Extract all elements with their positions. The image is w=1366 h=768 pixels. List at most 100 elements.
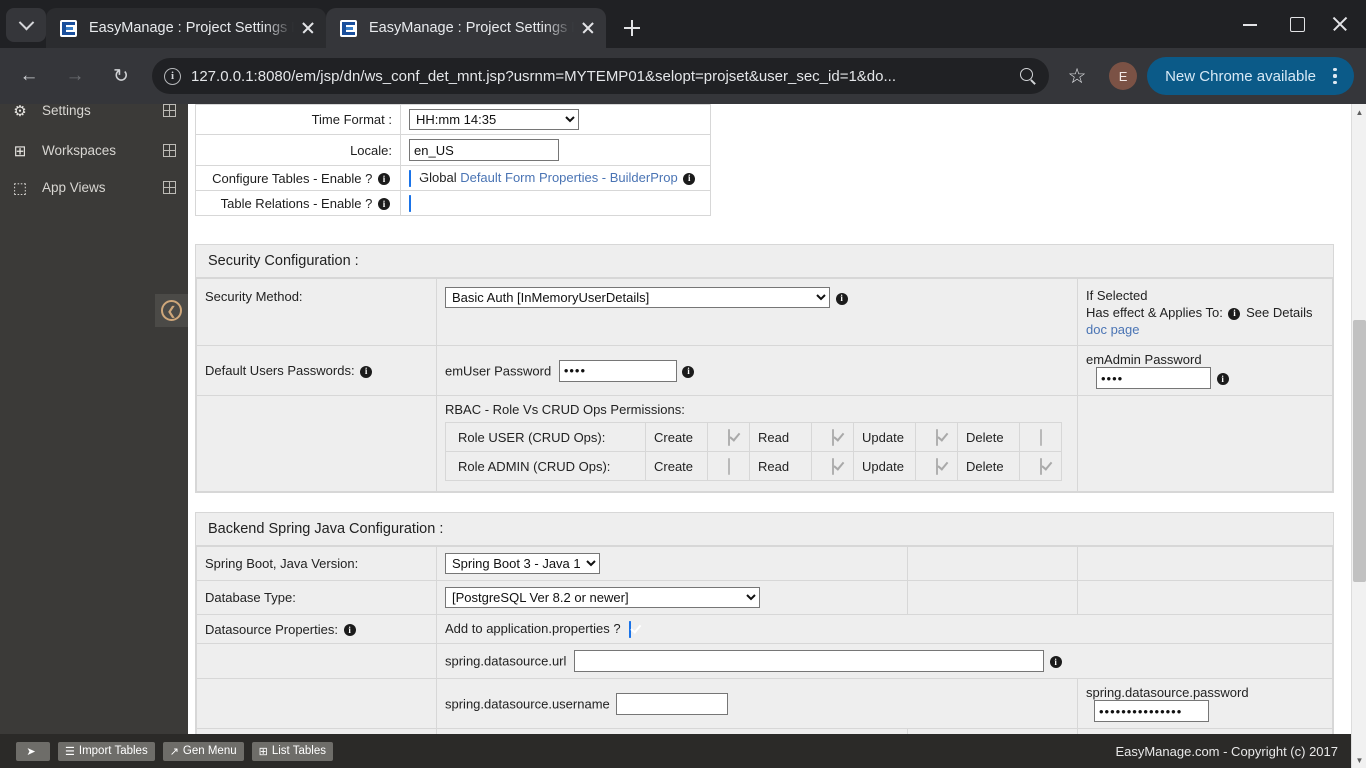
- chrome-menu-icon[interactable]: [1322, 63, 1348, 89]
- list-tables-button[interactable]: ⊞ List Tables: [251, 741, 333, 761]
- rbac-op-label: Create: [645, 451, 708, 482]
- if-selected-label: If Selected: [1086, 288, 1148, 304]
- import-tables-label: Import Tables: [78, 745, 148, 757]
- sidebar-item-app-views[interactable]: ⬚ App Views: [0, 172, 188, 203]
- rbac-empty-cell: [196, 395, 437, 493]
- dbtype-label: Database Type:: [196, 580, 437, 616]
- springboot-version-select[interactable]: Spring Boot 3 - Java 17: [445, 553, 600, 575]
- sidebar-collapse-button[interactable]: ❮: [155, 294, 188, 327]
- scrollbar-thumb[interactable]: [1353, 320, 1366, 582]
- default-passwords-label: Default Users Passwords:: [205, 363, 355, 379]
- time-format-select[interactable]: HH:mm 14:35: [409, 109, 579, 130]
- info-icon[interactable]: i: [343, 624, 356, 637]
- table-relations-checkbox[interactable]: [409, 195, 411, 213]
- sidebar-item-label: App Views: [42, 180, 106, 195]
- window-close-button[interactable]: [1320, 0, 1366, 48]
- forward-button[interactable]: →: [58, 59, 92, 93]
- configure-tables-checkbox[interactable]: [409, 170, 411, 188]
- info-icon[interactable]: i: [378, 173, 390, 186]
- database-icon: ☰: [65, 745, 75, 758]
- rbac-admin-update-checkbox[interactable]: [935, 458, 938, 476]
- profile-avatar[interactable]: E: [1109, 62, 1138, 90]
- rbac-op-label: Read: [749, 451, 812, 482]
- info-icon[interactable]: i: [378, 198, 390, 211]
- table-row-datasource-properties: Datasource Properties: i Add to applicat…: [196, 614, 1333, 645]
- security-method-select[interactable]: Basic Auth [InMemoryUserDetails]: [445, 287, 830, 309]
- send-button[interactable]: ➤: [16, 741, 50, 761]
- minimize-button[interactable]: [1228, 0, 1274, 48]
- rbac-admin-create-checkbox[interactable]: [727, 458, 730, 476]
- rbac-user-update-checkbox[interactable]: [935, 429, 938, 447]
- maximize-button[interactable]: [1274, 0, 1320, 48]
- browser-tab-2[interactable]: EasyManage : Project Settings M: [326, 8, 606, 48]
- springboot-right-empty-cell: [1077, 546, 1333, 582]
- rbac-user-create-checkbox[interactable]: [727, 429, 730, 447]
- rbac-admin-delete-checkbox[interactable]: [1039, 458, 1042, 476]
- default-passwords-label-cell: Default Users Passwords: i: [196, 345, 437, 397]
- tab-close-icon[interactable]: [296, 16, 320, 40]
- new-chrome-available-button[interactable]: New Chrome available: [1147, 57, 1354, 95]
- reload-button[interactable]: ↻: [104, 59, 138, 93]
- page-scrollbar[interactable]: ▲ ▼: [1351, 104, 1366, 768]
- scrollbar-down-arrow-icon[interactable]: ▼: [1352, 752, 1366, 768]
- gen-menu-button[interactable]: ↗ Gen Menu: [162, 741, 244, 761]
- info-icon[interactable]: i: [682, 365, 695, 378]
- info-icon[interactable]: i: [1228, 307, 1241, 320]
- rbac-op-label: Create: [645, 422, 708, 453]
- table-relations-label-cell: Table Relations - Enable ? i: [195, 190, 401, 217]
- info-icon[interactable]: i: [360, 365, 373, 378]
- table-row: Role ADMIN (CRUD Ops): Create Read Updat…: [445, 451, 1062, 482]
- see-details-label: See Details: [1246, 305, 1313, 321]
- datasource-username-cell: spring.datasource.username: [436, 678, 1078, 730]
- browser-chrome: EasyManage : Project Settings M EasyMana…: [0, 0, 1366, 104]
- datasource-username-input[interactable]: [616, 692, 729, 715]
- table-relations-cell: [400, 190, 711, 217]
- back-button[interactable]: ←: [12, 59, 46, 93]
- table-row-database-type: Database Type: [PostgreSQL Ver 8.2 or ne…: [196, 580, 1333, 616]
- add-to-properties-checkbox[interactable]: [628, 621, 631, 639]
- locale-label: Locale:: [195, 134, 401, 166]
- rbac-role-label: Role USER (CRUD Ops):: [445, 422, 646, 453]
- emuser-password-input[interactable]: [558, 359, 677, 382]
- plus-box-icon: ⊞: [13, 142, 27, 160]
- info-icon[interactable]: i: [683, 172, 696, 185]
- tab-search-button[interactable]: [6, 8, 46, 42]
- sidebar-item-label: Workspaces: [42, 143, 117, 158]
- rbac-admin-read-checkbox[interactable]: [831, 458, 834, 476]
- info-icon[interactable]: i: [1049, 656, 1062, 669]
- import-tables-button[interactable]: ☰ Import Tables: [58, 741, 155, 761]
- doc-page-link[interactable]: doc page: [1086, 322, 1140, 337]
- datasource-label-cell: Datasource Properties: i: [196, 614, 437, 645]
- grid-icon[interactable]: [162, 180, 176, 194]
- info-icon[interactable]: i: [1216, 373, 1229, 386]
- table-row: Role USER (CRUD Ops): Create Read Update…: [445, 422, 1062, 453]
- tab-close-icon[interactable]: [576, 16, 600, 40]
- external-link-icon: ↗: [169, 745, 179, 758]
- dbtype-right-empty-cell: [1077, 580, 1333, 616]
- new-tab-button[interactable]: [616, 12, 648, 44]
- datasource-password-input[interactable]: [1094, 700, 1209, 723]
- locale-input[interactable]: [409, 139, 559, 161]
- sidebar-item-settings[interactable]: ⚙ Settings: [0, 104, 188, 126]
- search-icon[interactable]: [1019, 67, 1037, 85]
- security-configuration-panel: Security Configuration : Security Method…: [195, 244, 1334, 494]
- info-icon[interactable]: i: [835, 292, 848, 305]
- datasource-url-input[interactable]: [574, 650, 1045, 673]
- sidebar-item-workspaces[interactable]: ⊞ Workspaces: [0, 135, 188, 166]
- database-type-select[interactable]: [PostgreSQL Ver 8.2 or newer]: [445, 587, 760, 609]
- scrollbar-up-arrow-icon[interactable]: ▲: [1352, 104, 1366, 120]
- browser-tab-1[interactable]: EasyManage : Project Settings M: [46, 8, 326, 48]
- rbac-user-delete-checkbox[interactable]: [1039, 429, 1042, 447]
- builderprop-link[interactable]: Default Form Properties - BuilderProp: [460, 170, 677, 185]
- bookmark-star-icon[interactable]: ☆: [1059, 58, 1095, 94]
- site-info-icon[interactable]: i: [164, 67, 181, 85]
- rbac-user-read-checkbox[interactable]: [831, 429, 834, 447]
- grid-icon[interactable]: [162, 104, 176, 117]
- address-bar[interactable]: i 127.0.0.1:8080/em/jsp/dn/ws_conf_det_m…: [152, 58, 1050, 94]
- rbac-admin-read-cell: [811, 451, 854, 482]
- rbac-op-label: Read: [749, 422, 812, 453]
- easymanage-favicon-icon: [60, 19, 77, 37]
- grid-icon[interactable]: [162, 143, 176, 157]
- datasource-username-label: spring.datasource.username: [445, 696, 610, 712]
- emadmin-password-input[interactable]: [1096, 367, 1211, 390]
